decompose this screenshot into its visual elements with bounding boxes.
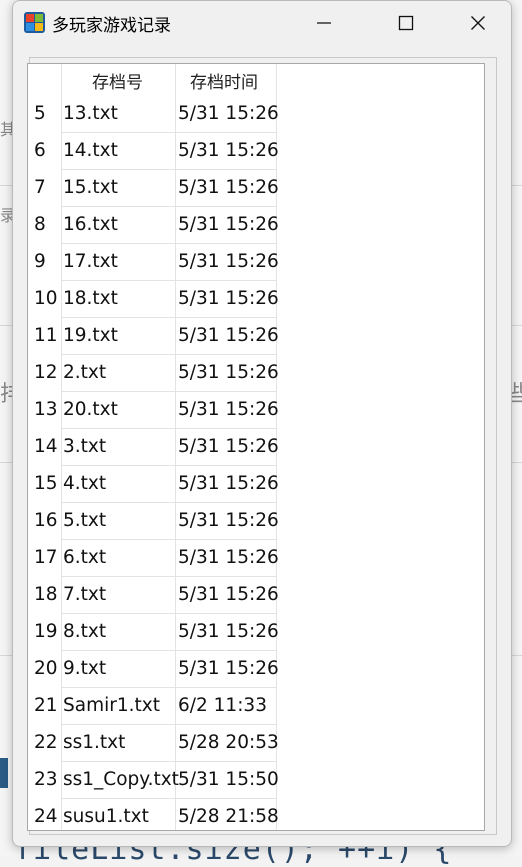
save-time: 5/31 15:26 (178, 399, 279, 420)
save-file-name: 9.txt (63, 658, 107, 679)
maximize-button[interactable] (379, 1, 433, 45)
save-file-name: ss1.txt (63, 732, 126, 753)
background-cursor (0, 758, 8, 788)
row-index: 22 (34, 732, 58, 753)
row-index: 10 (34, 288, 58, 309)
save-time: 5/31 15:26 (178, 584, 279, 605)
save-file-name: 14.txt (63, 140, 118, 161)
save-file-name: susu1.txt (63, 806, 149, 827)
save-file-name: 6.txt (63, 547, 107, 568)
row-index: 14 (34, 436, 58, 457)
save-file-name: 17.txt (63, 251, 118, 272)
table-row[interactable]: 12 2.txt 5/31 15:26 (28, 354, 279, 391)
table-row[interactable]: 23 ss1_Copy.txt 5/31 15:50 (28, 761, 279, 798)
save-time: 5/31 15:26 (178, 103, 279, 124)
row-index: 24 (34, 806, 58, 827)
row-index: 17 (34, 547, 58, 568)
save-file-name: Samir1.txt (63, 695, 160, 716)
row-index: 20 (34, 658, 58, 679)
save-file-name: 16.txt (63, 214, 118, 235)
table-row[interactable]: 24 susu1.txt 5/28 21:58 (28, 798, 279, 830)
save-time: 5/31 15:26 (178, 288, 279, 309)
table-row[interactable]: 14 3.txt 5/31 15:26 (28, 428, 279, 465)
save-time: 5/31 15:26 (178, 436, 279, 457)
table-row[interactable]: 19 8.txt 5/31 15:26 (28, 613, 279, 650)
table-row[interactable]: 8 16.txt 5/31 15:26 (28, 206, 279, 243)
close-button[interactable] (451, 1, 505, 45)
row-index: 23 (34, 769, 58, 790)
table-row[interactable]: 11 19.txt 5/31 15:26 (28, 317, 279, 354)
save-file-name: 3.txt (63, 436, 107, 457)
save-time: 5/31 15:26 (178, 658, 279, 679)
save-time: 5/31 15:26 (178, 140, 279, 161)
table-row[interactable]: 7 15.txt 5/31 15:26 (28, 169, 279, 206)
save-time: 5/31 15:26 (178, 251, 279, 272)
table-row[interactable]: 15 4.txt 5/31 15:26 (28, 465, 279, 502)
table-row[interactable]: 20 9.txt 5/31 15:26 (28, 650, 279, 687)
save-time: 5/31 15:26 (178, 621, 279, 642)
save-file-name: 5.txt (63, 510, 107, 531)
records-window: 多玩家游戏记录 存档号 存档时间 5 13.txt 5/31 15:26 6 14.tx… (12, 0, 512, 847)
save-time: 5/31 15:26 (178, 510, 279, 531)
save-file-name: 20.txt (63, 399, 118, 420)
save-file-name: 13.txt (63, 103, 118, 124)
row-index: 15 (34, 473, 58, 494)
column-header-save-time[interactable]: 存档时间 (190, 68, 258, 93)
row-index: 19 (34, 621, 58, 642)
save-records-table[interactable]: 存档号 存档时间 5 13.txt 5/31 15:26 6 14.txt 5/31 15… (27, 63, 485, 831)
column-header-save-id[interactable]: 存档号 (92, 68, 143, 93)
row-index: 13 (34, 399, 58, 420)
save-time: 5/31 15:26 (178, 177, 279, 198)
row-index: 21 (34, 695, 58, 716)
save-file-name: ss1_Copy.txt (63, 769, 179, 790)
window-title: 多玩家游戏记录 (52, 16, 171, 36)
minimize-icon (317, 22, 331, 24)
row-index: 18 (34, 584, 58, 605)
table-row[interactable]: 9 17.txt 5/31 15:26 (28, 243, 279, 280)
save-file-name: 4.txt (63, 473, 107, 494)
table-row[interactable]: 16 5.txt 5/31 15:26 (28, 502, 279, 539)
save-time: 5/31 15:26 (178, 362, 279, 383)
table-row[interactable]: 22 ss1.txt 5/28 20:53 (28, 724, 279, 761)
save-time: 5/31 15:26 (178, 547, 279, 568)
save-time: 6/2 11:33 (178, 695, 267, 716)
table-row[interactable]: 5 13.txt 5/31 15:26 (28, 95, 279, 132)
table-row[interactable]: 18 7.txt 5/31 15:26 (28, 576, 279, 613)
close-icon (471, 16, 485, 30)
maximize-icon (398, 15, 414, 31)
save-time: 5/28 20:53 (178, 732, 279, 753)
save-file-name: 2.txt (63, 362, 107, 383)
row-index: 6 (34, 140, 46, 161)
row-index: 11 (34, 325, 58, 346)
title-bar[interactable]: 多玩家游戏记录 (13, 1, 511, 45)
save-time: 5/31 15:26 (178, 473, 279, 494)
table-row[interactable]: 10 18.txt 5/31 15:26 (28, 280, 279, 317)
row-index: 5 (34, 103, 46, 124)
table-row[interactable]: 21 Samir1.txt 6/2 11:33 (28, 687, 278, 724)
save-file-name: 8.txt (63, 621, 107, 642)
minimize-button[interactable] (297, 1, 351, 45)
save-time: 5/31 15:26 (178, 214, 279, 235)
save-file-name: 7.txt (63, 584, 107, 605)
save-time: 5/31 15:26 (178, 325, 279, 346)
table-row[interactable]: 6 14.txt 5/31 15:26 (28, 132, 279, 169)
save-time: 5/31 15:50 (178, 769, 279, 790)
save-file-name: 15.txt (63, 177, 118, 198)
row-index: 9 (34, 251, 46, 272)
row-index: 16 (34, 510, 58, 531)
save-file-name: 18.txt (63, 288, 118, 309)
save-time: 5/28 21:58 (178, 806, 279, 827)
row-index: 12 (34, 362, 58, 383)
save-file-name: 19.txt (63, 325, 118, 346)
row-index: 8 (34, 214, 46, 235)
table-row[interactable]: 13 20.txt 5/31 15:26 (28, 391, 279, 428)
app-logo-icon (24, 12, 45, 33)
row-index: 7 (34, 177, 46, 198)
table-row[interactable]: 17 6.txt 5/31 15:26 (28, 539, 279, 576)
